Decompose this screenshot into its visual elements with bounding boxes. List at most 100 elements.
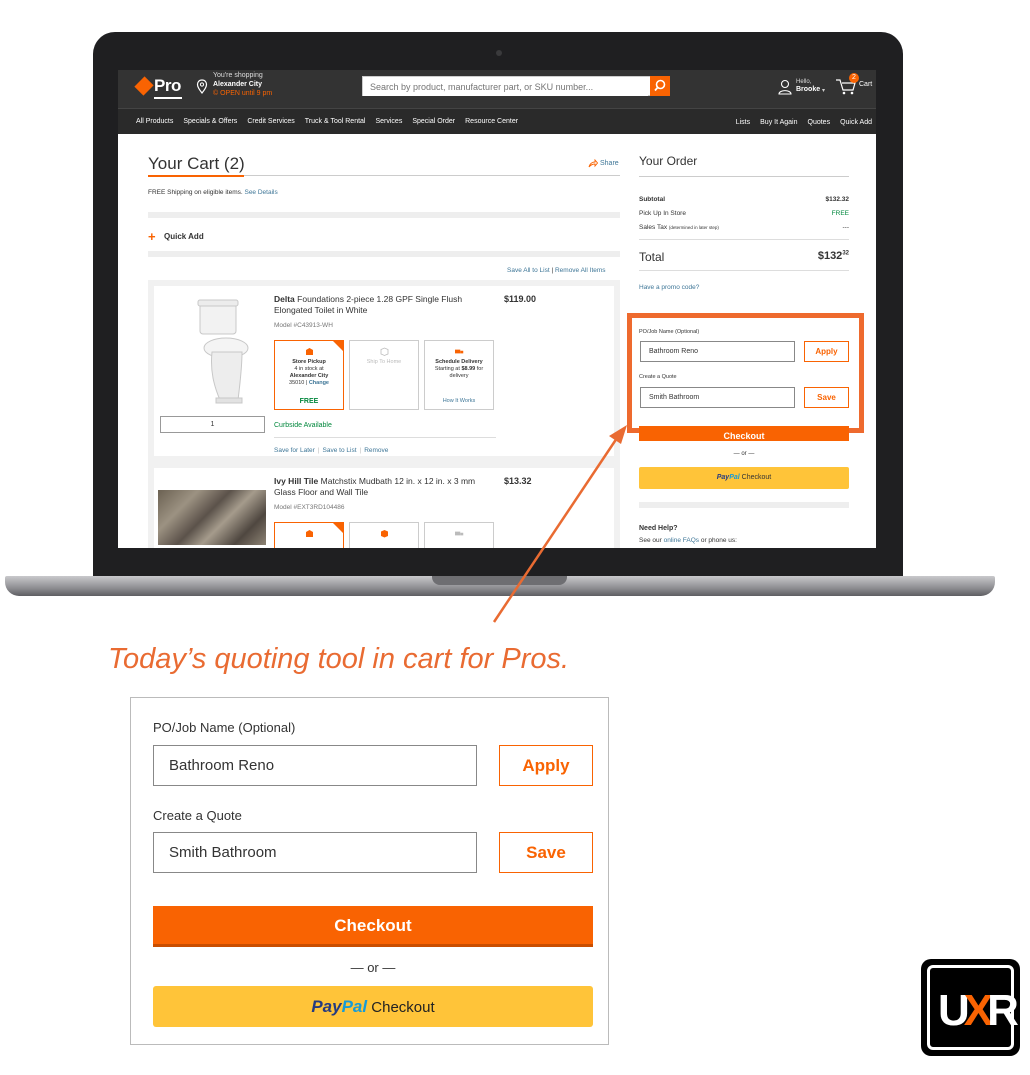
product-title[interactable]: Delta Foundations 2-piece 1.28 GPF Singl… [274, 294, 484, 316]
checkout-button[interactable]: Checkout [153, 906, 593, 947]
ship-to-home-option[interactable]: Ship To Home [349, 340, 419, 410]
nav-truck-tool-rental[interactable]: Truck & Tool Rental [305, 118, 366, 125]
quick-add-toggle[interactable]: Quick Add [164, 232, 204, 241]
share-icon[interactable] [588, 159, 598, 168]
save-for-later-link[interactable]: Save for Later [274, 447, 315, 454]
toilet-product-image[interactable] [180, 296, 260, 406]
nav-quick-add[interactable]: Quick Add [840, 119, 872, 126]
save-all-link[interactable]: Save All to List [507, 267, 550, 274]
pickup-zip-line: 35010 | Change [289, 380, 329, 386]
nav-credit-services[interactable]: Credit Services [247, 118, 294, 125]
tax-row: Sales Tax (determined in later step) --- [639, 224, 849, 231]
nav-quotes[interactable]: Quotes [808, 119, 831, 126]
divider [639, 502, 849, 508]
store-pickup-option[interactable]: Store Pickup 4 in stock at Alexander Cit… [274, 340, 344, 410]
paypal-logo-pay: Pay [716, 474, 730, 481]
quantity-input[interactable]: 1 [160, 416, 265, 433]
schedule-delivery-option[interactable]: Schedule Delivery Starting at $8.99 for … [424, 340, 494, 410]
paypal-checkout-label: Checkout [371, 999, 435, 1016]
remove-item-link[interactable]: Remove [364, 447, 388, 454]
nav-services[interactable]: Services [375, 118, 402, 125]
store-icon [306, 530, 313, 537]
ship-home-label: Ship To Home [366, 359, 402, 365]
uxr-logo: UXR [921, 959, 1020, 1056]
user-icon[interactable] [778, 79, 792, 95]
free-shipping-text: FREE Shipping on eligible items. [148, 189, 243, 196]
selected-check-icon [332, 340, 344, 352]
create-quote-label: Create a Quote [639, 374, 677, 380]
save-quote-button[interactable]: Save [804, 387, 849, 408]
item-actions: Save for Later | Save to List | Remove [274, 447, 388, 454]
quote-tool-zoom-panel: PO/Job Name (Optional) Bathroom Reno App… [130, 697, 609, 1045]
search-input[interactable] [363, 78, 648, 96]
logo-underline [154, 97, 182, 99]
pickup-store: Alexander City [289, 373, 329, 379]
faq-link[interactable]: online FAQs [664, 537, 699, 544]
apply-button[interactable]: Apply [499, 745, 593, 786]
store-pickup-option[interactable] [274, 522, 344, 548]
model-number: Model #C43913-WH [274, 322, 333, 329]
total-value: $13232 [818, 250, 849, 262]
remove-all-link[interactable]: Remove All Items [555, 267, 606, 274]
curbside-note: Curbside Available [274, 422, 332, 429]
product-title[interactable]: Ivy Hill Tile Matchstix Mudbath 12 in. x… [274, 476, 484, 498]
divider [148, 212, 620, 218]
paypal-checkout-button[interactable]: PayPal Checkout [639, 467, 849, 489]
delivery-price: $8.99 [461, 366, 476, 372]
nav-special-order[interactable]: Special Order [412, 118, 455, 125]
faq-post: or phone us: [700, 537, 737, 544]
save-to-list-link[interactable]: Save to List [323, 447, 357, 454]
tax-note: (determined in later step) [668, 225, 719, 230]
chevron-down-icon[interactable]: ▾ [822, 87, 825, 94]
selected-check-icon [332, 522, 344, 534]
promo-code-link[interactable]: Have a promo code? [639, 284, 699, 291]
ship-to-home-option[interactable] [349, 522, 419, 548]
nav-lists[interactable]: Lists [736, 119, 750, 126]
save-quote-button[interactable]: Save [499, 832, 593, 873]
location-pin-icon[interactable] [196, 79, 208, 94]
share-link[interactable]: Share [600, 160, 619, 167]
how-it-works-link[interactable]: How It Works [425, 398, 493, 405]
create-quote-label: Create a Quote [153, 808, 242, 823]
tile-product-image[interactable] [158, 490, 266, 545]
subtotal-label: Subtotal [639, 196, 665, 203]
quote-name-input[interactable]: Smith Bathroom [640, 387, 795, 408]
quote-tool-highlight: PO/Job Name (Optional) Bathroom Reno App… [627, 313, 864, 433]
cart-item: Ivy Hill Tile Matchstix Mudbath 12 in. x… [148, 462, 620, 548]
po-job-input[interactable]: Bathroom Reno [153, 745, 477, 786]
or-divider: — or — [733, 451, 755, 457]
pickup-label: Pick Up In Store [639, 210, 686, 217]
cart-label[interactable]: Cart [859, 81, 872, 88]
plus-icon[interactable]: + [148, 229, 156, 244]
po-job-label: PO/Job Name (Optional) [153, 720, 296, 735]
checkout-button[interactable]: Checkout [639, 426, 849, 441]
uxr-r: R [987, 986, 1019, 1035]
search-button[interactable] [650, 76, 670, 96]
paypal-logo-pay: Pay [311, 997, 342, 1016]
main-nav: All Products Specials & Offers Credit Se… [118, 108, 876, 134]
see-details-link[interactable]: See Details [244, 189, 277, 196]
nav-resource-center[interactable]: Resource Center [465, 118, 518, 125]
nav-buy-it-again[interactable]: Buy It Again [760, 119, 797, 126]
free-shipping-note: FREE Shipping on eligible items. See Det… [148, 189, 278, 196]
paypal-checkout-button[interactable]: PayPal Checkout [153, 986, 593, 1027]
home-depot-pro-logo[interactable]: Pro [134, 76, 186, 100]
tax-value: --- [842, 224, 850, 231]
po-job-input[interactable]: Bathroom Reno [640, 341, 795, 362]
user-name[interactable]: Brooke [796, 86, 820, 93]
nav-specials[interactable]: Specials & Offers [183, 118, 237, 125]
schedule-delivery-option[interactable] [424, 522, 494, 548]
total-dollars: $132 [817, 250, 843, 262]
nav-all-products[interactable]: All Products [136, 118, 173, 125]
store-name[interactable]: Alexander City [213, 81, 262, 88]
camera-icon [496, 50, 502, 56]
uxr-logo-border: UXR [927, 965, 1019, 1050]
page-title: Your Cart (2) [148, 154, 245, 173]
search-icon [654, 79, 666, 92]
shopping-label: You're shopping [213, 72, 263, 79]
apply-button[interactable]: Apply [804, 341, 849, 362]
pickup-value: FREE [831, 210, 849, 217]
change-store-link[interactable]: Change [309, 380, 329, 386]
tax-label: Sales Tax [639, 224, 668, 231]
quote-name-input[interactable]: Smith Bathroom [153, 832, 477, 873]
